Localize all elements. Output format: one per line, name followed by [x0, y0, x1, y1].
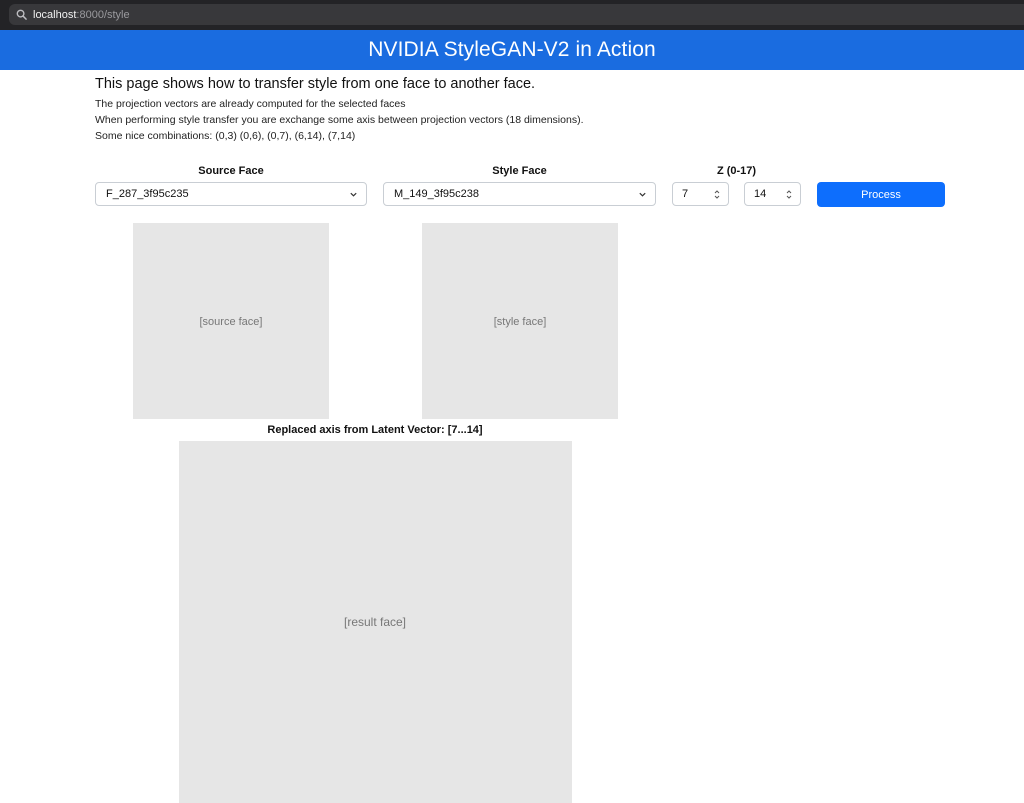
style-face-label: Style Face [492, 165, 547, 177]
svg-text:[result face]: [result face] [344, 615, 406, 629]
search-icon [16, 9, 27, 20]
result-face-image: [result face] [179, 441, 572, 803]
spinner-arrows-icon[interactable] [786, 189, 792, 200]
style-face-value: M_149_3f95c238 [394, 188, 480, 200]
z-end-input[interactable]: 14 [744, 182, 801, 206]
source-face-value: F_287_3f95c235 [106, 188, 189, 200]
intro-line: When performing style transfer you are e… [95, 114, 584, 126]
svg-text:[style face]: [style face] [494, 316, 547, 328]
intro-heading: This page shows how to transfer style fr… [95, 76, 536, 92]
chevron-down-icon [639, 192, 646, 197]
spinner-arrows-icon[interactable] [714, 189, 720, 200]
intro-line: Some nice combinations: (0,3) (0,6), (0,… [95, 130, 356, 142]
address-bar[interactable]: localhost:8000/style [9, 4, 1024, 25]
style-face-select[interactable]: M_149_3f95c238 [383, 182, 656, 206]
svg-text:[source face]: [source face] [200, 316, 263, 328]
result-caption: Replaced axis from Latent Vector: [7...1… [267, 424, 483, 436]
style-face-image: [style face] [422, 223, 618, 419]
intro-line: The projection vectors are already compu… [95, 98, 406, 110]
z-start-value: 7 [682, 188, 689, 200]
z-end-value: 14 [754, 188, 767, 200]
page-title: NVIDIA StyleGAN-V2 in Action [368, 38, 656, 61]
z-start-input[interactable]: 7 [672, 182, 729, 206]
url-path: :8000/style [76, 8, 130, 21]
source-face-image: [source face] [133, 223, 329, 419]
url-host: localhost [33, 8, 77, 21]
chevron-down-icon [350, 192, 357, 197]
browser-toolbar: localhost:8000/style [0, 0, 1024, 31]
app-header: NVIDIA StyleGAN-V2 in Action [0, 30, 1024, 70]
z-range-label: Z (0-17) [716, 165, 757, 177]
source-face-select[interactable]: F_287_3f95c235 [95, 182, 367, 206]
source-face-label: Source Face [198, 165, 264, 177]
process-button[interactable]: Process [817, 182, 945, 207]
intro-section: This page shows how to transfer style fr… [95, 74, 975, 144]
